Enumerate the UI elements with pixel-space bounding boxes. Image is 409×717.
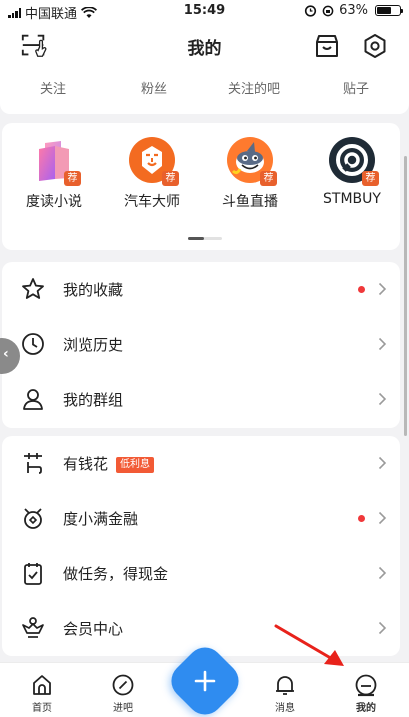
stat-followed-bars[interactable]: 关注的吧 [214, 78, 294, 97]
app-name: 汽车大师 [124, 194, 180, 210]
battery-percent: 63% [339, 3, 368, 18]
app-item[interactable]: 荐 汽车大师 [106, 137, 198, 211]
money-flower-icon [24, 453, 42, 474]
red-arrow-annotation [274, 624, 344, 666]
recommend-tag: 荐 [260, 171, 277, 186]
clock-icon [22, 333, 44, 355]
page-title: 我的 [187, 39, 222, 59]
store-icon[interactable] [313, 32, 341, 60]
chevron-right-icon [378, 392, 387, 406]
chevron-right-icon [378, 282, 387, 296]
scrollbar[interactable] [404, 156, 407, 436]
chevron-right-icon [378, 621, 387, 635]
app-item[interactable]: 荐 度读小说 [8, 137, 100, 211]
menu-item-groups[interactable]: 我的群组 [2, 372, 400, 427]
recommend-tag: 荐 [162, 171, 179, 186]
alarm-icon [304, 5, 317, 17]
menu-item-history[interactable]: 浏览历史 [2, 317, 400, 372]
menu-item-label: 会员中心 [63, 620, 124, 638]
book-logo-icon: 荐 [31, 137, 81, 186]
battery-icon [375, 5, 403, 16]
menu-item-label: 我的群组 [63, 391, 124, 409]
plus-icon [176, 652, 234, 710]
page-indicator [188, 237, 222, 240]
app-item[interactable]: 荐 STMBUY [306, 137, 398, 207]
star-icon [22, 278, 44, 299]
compass-icon [112, 674, 134, 696]
tab-label: 我的 [356, 703, 376, 714]
app-name: 度读小说 [26, 194, 82, 210]
recommended-apps-card: 荐 度读小说 荐 汽车大师 荐 斗鱼直播 荐 STMBUY [2, 123, 400, 250]
chevron-right-icon [378, 511, 387, 525]
finance-icon [24, 508, 42, 529]
stat-following[interactable]: 关注 [13, 78, 93, 97]
task-clipboard-icon [24, 563, 42, 585]
tab-label: 首页 [32, 703, 52, 714]
recommend-tag: 荐 [362, 171, 379, 186]
tab-label: 进吧 [113, 703, 133, 714]
stats-row: 关注 粉丝 关注的吧 贴子 [0, 68, 409, 114]
notification-dot [358, 286, 365, 293]
chevron-right-icon [378, 566, 387, 580]
tab-home[interactable]: 首页 [12, 673, 72, 714]
crown-icon [22, 617, 44, 638]
settings-icon[interactable] [361, 32, 389, 60]
ring-logo-icon: 荐 [329, 137, 379, 186]
chevron-right-icon [378, 456, 387, 470]
menu-card-1: 我的收藏 浏览历史 我的群组 [2, 262, 400, 428]
menu-item-label: 度小满金融 [63, 510, 139, 528]
chevron-right-icon [378, 337, 387, 351]
menu-item-label: 有钱花 [63, 455, 109, 473]
menu-item-label: 做任务，得现金 [63, 565, 169, 583]
tab-me[interactable]: 我的 [336, 673, 396, 714]
menu-item-youqianhua[interactable]: 有钱花 低利息 [2, 436, 400, 491]
tab-bars[interactable]: 进吧 [93, 673, 153, 714]
menu-item-tasks[interactable]: 做任务，得现金 [2, 546, 400, 601]
tab-messages[interactable]: 消息 [255, 673, 315, 714]
rotation-lock-icon [322, 5, 334, 16]
menu-item-label: 浏览历史 [63, 336, 124, 354]
top-header: 我的 [0, 22, 409, 68]
group-icon [23, 389, 43, 410]
bell-icon [276, 676, 294, 695]
app-name: 斗鱼直播 [222, 194, 278, 210]
lion-logo-icon: 荐 [129, 137, 179, 186]
home-icon [33, 675, 51, 695]
menu-item-favorites[interactable]: 我的收藏 [2, 262, 400, 317]
status-bar: 中国联通 15:49 63% [0, 0, 409, 22]
shark-logo-icon: 荐 [227, 137, 277, 186]
menu-item-duxiaoman[interactable]: 度小满金融 [2, 491, 400, 546]
stat-fans[interactable]: 粉丝 [114, 78, 194, 97]
app-item[interactable]: 荐 斗鱼直播 [204, 137, 296, 211]
app-name: STMBUY [323, 191, 381, 207]
chevron-left-icon: ‹ [3, 346, 9, 362]
recommend-tag: 荐 [64, 171, 81, 186]
profile-icon [355, 674, 377, 697]
stat-posts[interactable]: 贴子 [316, 78, 396, 97]
menu-item-label: 我的收藏 [63, 281, 124, 299]
tab-label: 消息 [275, 703, 295, 714]
low-interest-badge: 低利息 [116, 457, 155, 473]
notification-dot [358, 515, 365, 522]
